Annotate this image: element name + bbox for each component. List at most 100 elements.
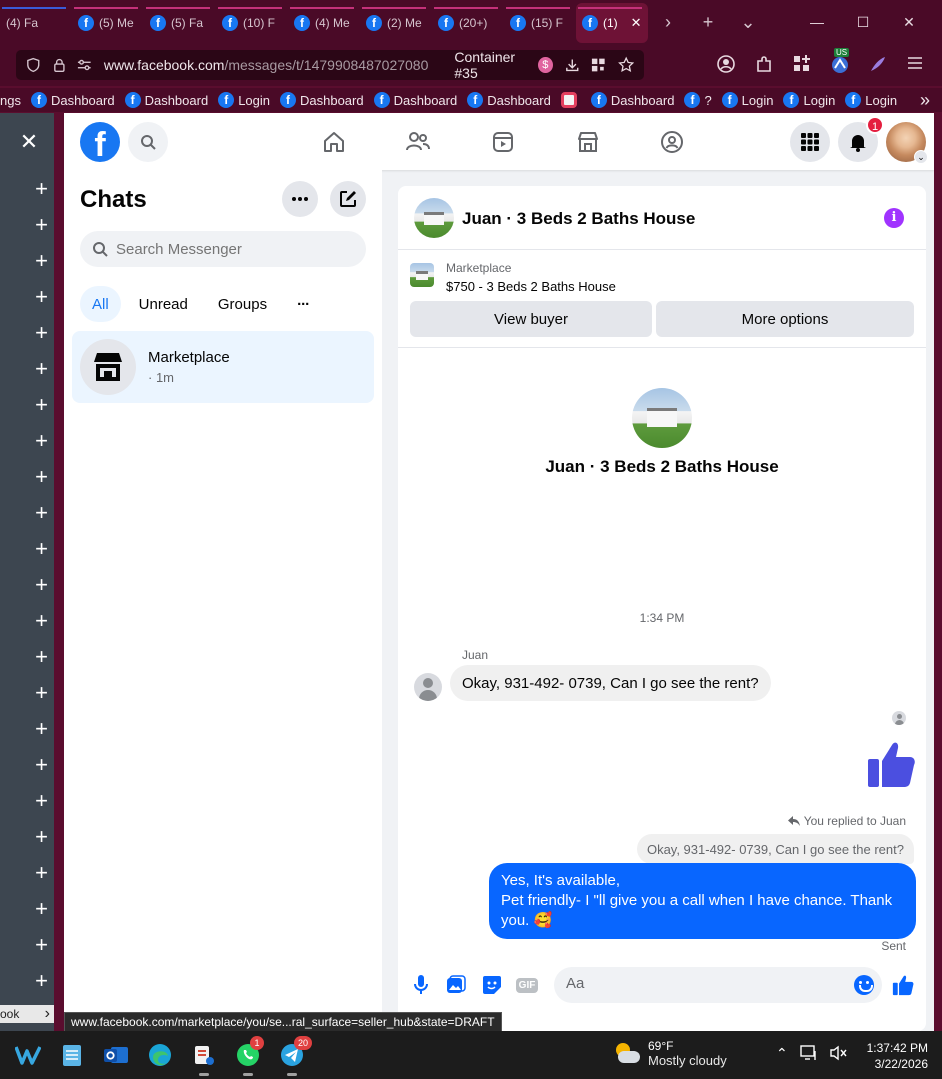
add-panel-button[interactable]: + [0,279,54,315]
add-panel-button[interactable]: + [0,675,54,711]
search-button[interactable] [128,122,168,162]
quill-icon[interactable] [868,54,888,74]
outgoing-message[interactable]: Yes, It's available, Pet friendly- I "ll… [489,863,916,939]
system-clock[interactable]: 1:37:42 PM 3/22/2026 [852,1040,928,1072]
quoted-message[interactable]: Okay, 931-492- 0739, Can I go see the re… [636,834,914,864]
search-input[interactable] [116,240,346,258]
add-panel-button[interactable]: + [0,423,54,459]
bookmark-item[interactable]: f Login [783,92,835,108]
browser-tab[interactable]: f (15) F [504,3,576,43]
bookmark-item[interactable]: ngs [0,93,21,108]
close-window-button[interactable]: ✕ [886,14,932,31]
vpn-extension-icon[interactable]: US [830,48,850,74]
add-panel-button[interactable]: + [0,315,54,351]
weather-widget[interactable]: 69°F Mostly cloudy [614,1039,727,1069]
more-filters-button[interactable]: ··· [285,286,321,322]
add-panel-button[interactable]: + [0,495,54,531]
browser-tab[interactable]: f (2) Me [360,3,432,43]
incoming-message[interactable]: Okay, 931-492- 0739, Can I go see the re… [450,665,771,701]
menu-button[interactable] [790,122,830,162]
browser-tab[interactable]: f (4) Me [288,3,360,43]
bookmark-item[interactable]: f Dashboard [590,92,674,108]
hamburger-menu-icon[interactable] [906,54,924,72]
add-panel-button[interactable]: + [0,891,54,927]
browser-tab-active[interactable]: f (1) ✕ [576,3,648,43]
facebook-logo-icon[interactable]: f [80,122,120,162]
marketplace-nav-button[interactable] [573,128,603,156]
home-nav-button[interactable] [319,128,349,156]
bookmark-item[interactable]: f Dashboard [280,92,364,108]
add-panel-button[interactable]: + [0,783,54,819]
add-panel-button[interactable]: + [0,243,54,279]
browser-tab[interactable]: f (5) Fa [144,3,216,43]
bookmark-item[interactable]: f Login [218,92,270,108]
message-input[interactable] [566,975,836,992]
account-icon[interactable] [716,54,736,74]
show-hidden-icons-chevron-icon[interactable]: ⌃ [776,1045,788,1062]
attach-media-button[interactable] [445,974,467,996]
browser-tab[interactable]: f (10) F [216,3,288,43]
conversation-title[interactable]: Juan · 3 Beds 2 Baths House [462,209,695,229]
add-panel-button[interactable]: + [0,207,54,243]
permissions-icon[interactable] [77,58,92,72]
bookmark-item[interactable]: f Login [721,92,773,108]
new-tab-button[interactable]: + [688,12,728,33]
add-ons-grid-icon[interactable] [792,54,812,74]
messenger-search[interactable] [80,231,366,267]
info-icon[interactable]: i [884,208,904,228]
network-icon[interactable] [800,1045,818,1061]
add-panel-button[interactable]: + [0,747,54,783]
bookmarks-overflow-icon[interactable]: » [920,90,930,111]
filter-all-tab[interactable]: All [80,286,121,322]
notifications-button[interactable]: 1 [838,116,884,162]
chat-options-button[interactable] [282,181,318,217]
add-panel-button[interactable]: + [0,459,54,495]
add-panel-button[interactable]: + [0,855,54,891]
browser-tab[interactable]: f (20+) [432,3,504,43]
bookmark-item[interactable]: f? [684,92,712,108]
tab-list-chevron-icon[interactable]: ⌄ [728,12,768,33]
listing-thumbnail[interactable] [414,198,454,238]
maximize-button[interactable]: ☐ [840,14,886,31]
message-input-box[interactable] [554,967,882,1003]
bookmark-item[interactable]: f Dashboard [373,92,457,108]
add-panel-button[interactable]: + [0,531,54,567]
minimize-button[interactable]: — [794,14,840,30]
gif-button[interactable]: GIF [515,974,539,996]
more-options-button[interactable]: More options [656,301,914,337]
add-panel-button[interactable]: + [0,927,54,963]
add-panel-button[interactable]: + [0,171,54,207]
profile-avatar[interactable]: ⌄ [886,122,928,164]
sticker-button[interactable] [481,974,503,996]
add-panel-button[interactable]: + [0,711,54,747]
tab-scroll-right-icon[interactable]: › [648,12,688,33]
filter-unread-tab[interactable]: Unread [127,286,200,322]
add-panel-button[interactable]: + [0,819,54,855]
browser-tab[interactable]: (4) Fa [0,3,72,43]
widgets-app-icon[interactable] [14,1041,42,1069]
browser-tab[interactable]: f (5) Me [72,3,144,43]
download-icon[interactable] [565,57,580,73]
add-panel-button[interactable]: + [0,387,54,423]
edge-browser-icon[interactable] [146,1041,174,1069]
add-panel-button[interactable]: + [0,639,54,675]
tab-close-icon[interactable]: ✕ [631,15,642,31]
chat-list-item[interactable]: Marketplace · 1m [72,331,374,403]
video-nav-button[interactable] [488,128,518,156]
add-panel-button[interactable]: + [0,351,54,387]
bookmark-item[interactable]: f Login [845,92,897,108]
shield-icon[interactable] [26,57,41,73]
bookmark-star-icon[interactable] [617,56,634,74]
add-panel-button[interactable]: + [0,963,54,999]
filter-groups-tab[interactable]: Groups [206,286,279,322]
send-like-button[interactable] [892,974,914,996]
new-message-button[interactable] [330,181,366,217]
sidebar-collapsed-panel[interactable]: ook › [0,1005,54,1023]
sender-avatar[interactable] [414,673,442,701]
groups-nav-button[interactable] [657,128,687,156]
listing-price[interactable]: $750 - 3 Beds 2 Baths House [446,279,616,294]
emoji-icon[interactable] [854,975,874,995]
bookmark-item[interactable]: f Dashboard [124,92,208,108]
bookmark-item[interactable]: f Dashboard [467,92,551,108]
lock-icon[interactable] [53,57,66,73]
